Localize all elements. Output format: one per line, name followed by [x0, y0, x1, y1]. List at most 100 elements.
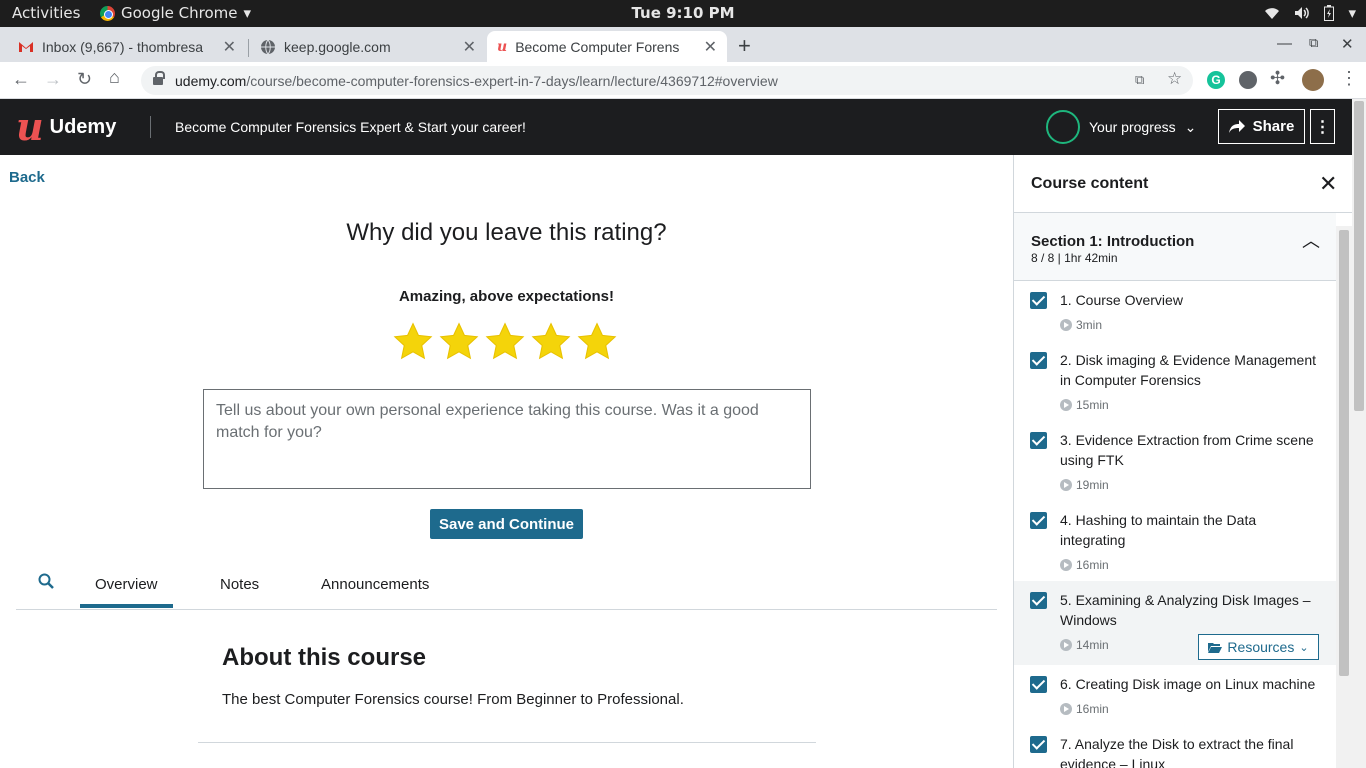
checkbox[interactable]: [1030, 736, 1047, 753]
lecture-duration: 16min: [1060, 558, 1109, 572]
lecture-item[interactable]: 2. Disk imaging & Evidence Management in…: [1014, 341, 1336, 421]
forward-arrow-icon[interactable]: →: [44, 69, 62, 90]
udemy-icon: u: [497, 38, 508, 55]
udemy-logo-text: Udemy: [49, 115, 117, 138]
divider: [198, 742, 816, 743]
section-header[interactable]: Section 1: Introduction 8 / 8 | 1hr 42mi…: [1014, 213, 1336, 281]
lecture-item[interactable]: 4. Hashing to maintain the Data integrat…: [1014, 501, 1336, 581]
course-title[interactable]: Become Computer Forensics Expert & Start…: [175, 119, 526, 135]
close-window-icon[interactable]: ✕: [1341, 35, 1354, 53]
lecture-item[interactable]: 7. Analyze the Disk to extract the final…: [1014, 725, 1336, 768]
chrome-icon: [100, 5, 115, 21]
play-icon: [1060, 479, 1072, 491]
lecture-title: 1. Course Overview: [1060, 292, 1183, 308]
progress-dropdown[interactable]: Your progress ⌄: [1046, 110, 1196, 144]
scrollbar-thumb[interactable]: [1354, 101, 1364, 411]
avatar[interactable]: [1302, 69, 1324, 91]
lecture-item[interactable]: 6. Creating Disk image on Linux machine …: [1014, 665, 1336, 725]
checkbox[interactable]: [1030, 432, 1047, 449]
chrome-menu-icon[interactable]: ⋮: [1340, 68, 1358, 89]
sidebar-scrollbar[interactable]: [1336, 226, 1352, 768]
kebab-menu-icon: ⋮: [1314, 118, 1331, 136]
checkbox[interactable]: [1030, 592, 1047, 609]
grammarly-icon[interactable]: G: [1207, 71, 1225, 89]
lecture-title: 7. Analyze the Disk to extract the final…: [1060, 736, 1294, 768]
new-tab-button[interactable]: +: [738, 33, 751, 59]
duration-text: 16min: [1076, 558, 1109, 572]
udemy-logo[interactable]: u Udemy: [16, 108, 117, 146]
translate-icon[interactable]: ⧉: [1135, 72, 1144, 88]
folder-open-icon: [1208, 642, 1223, 653]
resources-dropdown-button[interactable]: Resources ⌄: [1198, 634, 1319, 660]
restore-icon[interactable]: ⧉: [1309, 35, 1318, 51]
bookmark-star-icon[interactable]: ☆: [1167, 69, 1182, 89]
rating-description: Amazing, above expectations!: [398, 288, 615, 305]
lecture-duration: 19min: [1060, 478, 1109, 492]
extensions-puzzle-icon[interactable]: ✣: [1270, 68, 1285, 89]
save-and-continue-button[interactable]: Save and Continue: [430, 509, 583, 539]
volume-icon: [1295, 7, 1310, 19]
extension-circle-icon[interactable]: [1239, 71, 1257, 89]
close-tab-icon[interactable]: ✕: [704, 37, 717, 57]
system-tray[interactable]: ▾: [1264, 4, 1356, 22]
tab-separator: [248, 39, 249, 57]
close-tab-icon[interactable]: ✕: [463, 37, 476, 57]
checkbox[interactable]: [1030, 352, 1047, 369]
tab-announcements[interactable]: Announcements: [321, 576, 429, 593]
lecture-item-current[interactable]: 5. Examining & Analyzing Disk Images – W…: [1014, 581, 1336, 665]
back-link[interactable]: Back: [9, 169, 45, 186]
feedback-textarea[interactable]: [203, 389, 811, 489]
star-rating[interactable]: [392, 320, 618, 364]
star-icon[interactable]: [484, 320, 526, 364]
play-icon: [1060, 559, 1072, 571]
browser-tab-udemy[interactable]: u Become Computer Forens ✕: [487, 31, 727, 62]
duration-text: 3min: [1076, 318, 1103, 332]
share-arrow-icon: [1228, 119, 1245, 133]
lecture-title: 6. Creating Disk image on Linux machine: [1060, 676, 1316, 692]
star-icon[interactable]: [576, 320, 618, 364]
lecture-item[interactable]: 3. Evidence Extraction from Crime scene …: [1014, 421, 1336, 501]
play-icon: [1060, 399, 1072, 411]
play-icon: [1060, 319, 1072, 331]
share-button[interactable]: Share: [1218, 109, 1305, 144]
search-icon[interactable]: [38, 573, 54, 589]
tab-title: keep.google.com: [284, 38, 391, 55]
share-label: Share: [1252, 118, 1295, 135]
more-options-button[interactable]: ⋮: [1310, 109, 1335, 144]
minimize-icon[interactable]: —: [1277, 35, 1292, 52]
close-icon[interactable]: ✕: [1319, 171, 1337, 197]
lecture-title: 3. Evidence Extraction from Crime scene …: [1060, 432, 1314, 468]
home-icon[interactable]: ⌂: [109, 67, 120, 88]
url-path: /course/become-computer-forensics-expert…: [246, 72, 778, 89]
tab-notes[interactable]: Notes: [220, 576, 259, 593]
tab-overview[interactable]: Overview: [80, 576, 172, 608]
star-icon[interactable]: [530, 320, 572, 364]
back-arrow-icon[interactable]: ←: [12, 69, 30, 90]
lecture-item[interactable]: 1. Course Overview 3min: [1014, 281, 1336, 341]
scrollbar-thumb[interactable]: [1339, 230, 1349, 676]
star-icon[interactable]: [438, 320, 480, 364]
activities-button[interactable]: Activities: [12, 4, 80, 22]
close-tab-icon[interactable]: ✕: [223, 37, 236, 57]
checkbox[interactable]: [1030, 676, 1047, 693]
caret-down-icon: ▾: [243, 4, 252, 22]
reload-icon[interactable]: ↻: [77, 69, 92, 90]
browser-tab-keep[interactable]: keep.google.com ✕: [250, 31, 486, 62]
app-name: Google Chrome: [121, 4, 238, 22]
duration-text: 19min: [1076, 478, 1109, 492]
lock-icon: [153, 71, 165, 86]
progress-label: Your progress: [1089, 119, 1176, 135]
address-bar[interactable]: udemy.com/course/become-computer-forensi…: [141, 66, 1193, 95]
lecture-title: 2. Disk imaging & Evidence Management in…: [1060, 352, 1317, 388]
page-scrollbar[interactable]: [1352, 99, 1366, 768]
checkbox[interactable]: [1030, 292, 1047, 309]
star-icon[interactable]: [392, 320, 434, 364]
app-menu[interactable]: Google Chrome ▾: [100, 4, 251, 22]
duration-text: 16min: [1076, 702, 1109, 716]
tab-title: Inbox (9,667) - thombresa: [42, 38, 204, 55]
browser-tab-gmail[interactable]: Inbox (9,667) - thombresa ✕: [8, 31, 246, 62]
course-header: u Udemy Become Computer Forensics Expert…: [0, 99, 1352, 155]
checkbox[interactable]: [1030, 512, 1047, 529]
os-top-bar: Activities Google Chrome ▾ Tue 9:10 PM ▾: [0, 0, 1366, 27]
course-content-sidebar: Course content ✕ Section 1: Introduction…: [1013, 155, 1352, 768]
